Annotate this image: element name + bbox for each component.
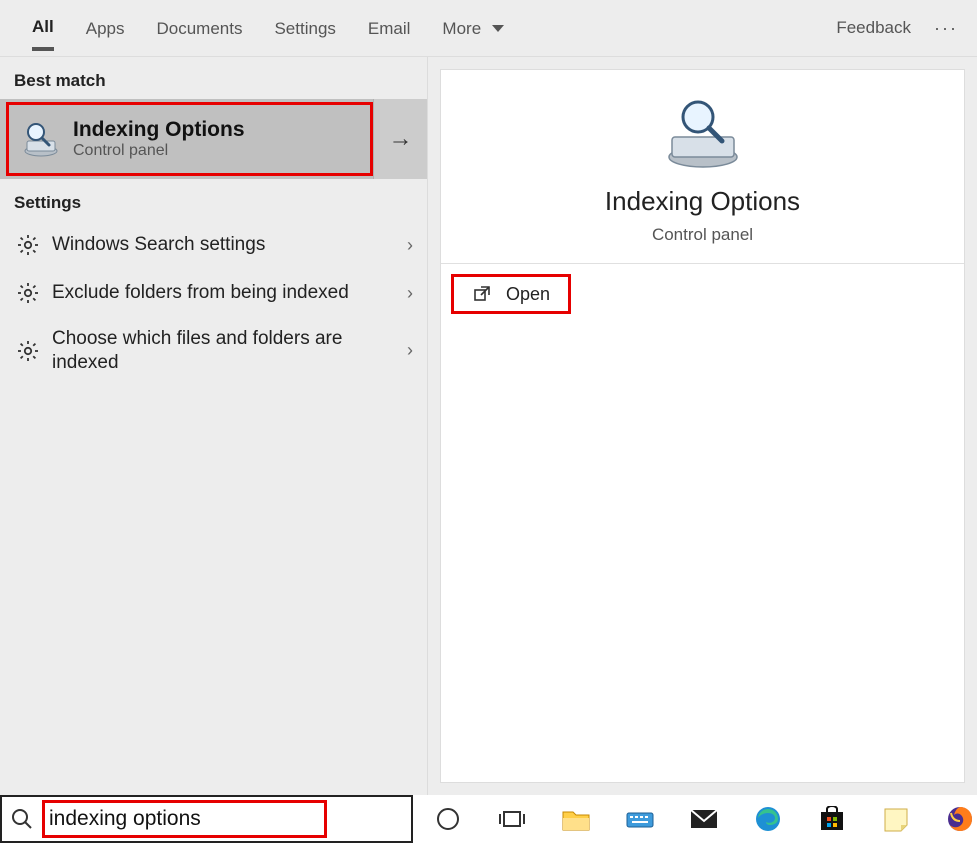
results-pane: Best match Indexing Options Control pane xyxy=(0,57,428,795)
search-input[interactable] xyxy=(49,803,320,835)
tab-all[interactable]: All xyxy=(16,3,70,53)
section-heading-best-match: Best match xyxy=(0,57,427,99)
chevron-down-icon xyxy=(492,25,504,32)
setting-item-exclude-folders[interactable]: Exclude folders from being indexed › xyxy=(0,269,427,317)
indexing-options-icon xyxy=(19,117,63,161)
ellipsis-icon: ··· xyxy=(934,18,958,39)
section-heading-settings: Settings xyxy=(0,179,427,221)
ellipsis-menu-button[interactable]: ··· xyxy=(931,13,961,43)
file-explorer-icon[interactable] xyxy=(559,802,593,836)
best-match-title: Indexing Options xyxy=(73,118,245,142)
feedback-link[interactable]: Feedback xyxy=(836,18,911,38)
chevron-right-icon: › xyxy=(383,340,413,361)
best-match-result[interactable]: Indexing Options Control panel xyxy=(6,102,373,176)
setting-item-windows-search-settings[interactable]: Windows Search settings › xyxy=(0,221,427,269)
open-action-label: Open xyxy=(506,284,550,305)
task-view-icon[interactable] xyxy=(495,802,529,836)
search-highlight xyxy=(42,800,327,838)
setting-item-label: Windows Search settings xyxy=(52,233,383,257)
detail-title: Indexing Options xyxy=(605,186,800,217)
tab-email[interactable]: Email xyxy=(352,5,427,51)
setting-item-label: Choose which files and folders are index… xyxy=(52,327,383,375)
tab-settings[interactable]: Settings xyxy=(258,5,351,51)
setting-item-choose-files-and-folders[interactable]: Choose which files and folders are index… xyxy=(0,317,427,385)
settings-results-list: Windows Search settings › Exclude folder… xyxy=(0,221,427,385)
gear-icon xyxy=(14,337,42,365)
gear-icon xyxy=(14,279,42,307)
detail-subtitle: Control panel xyxy=(652,225,753,245)
firefox-icon[interactable] xyxy=(943,802,977,836)
open-action-button[interactable]: Open xyxy=(451,274,571,314)
tab-more[interactable]: More xyxy=(426,5,519,51)
setting-item-label: Exclude folders from being indexed xyxy=(52,281,383,305)
gear-icon xyxy=(14,231,42,259)
cortana-icon[interactable] xyxy=(431,802,465,836)
detail-pane: Indexing Options Control panel Open xyxy=(440,69,965,783)
chevron-right-icon: › xyxy=(383,235,413,256)
detail-indexing-options-icon xyxy=(658,94,748,174)
open-external-icon xyxy=(472,284,492,304)
onscreen-keyboard-icon[interactable] xyxy=(623,802,657,836)
tab-apps[interactable]: Apps xyxy=(70,5,141,51)
tab-documents[interactable]: Documents xyxy=(140,5,258,51)
search-icon xyxy=(10,807,34,831)
edge-browser-icon[interactable] xyxy=(751,802,785,836)
best-match-subtitle: Control panel xyxy=(73,142,245,160)
tab-more-label: More xyxy=(442,19,481,38)
expand-details-button[interactable]: → xyxy=(373,99,427,179)
mail-icon[interactable] xyxy=(687,802,721,836)
arrow-right-icon: → xyxy=(389,125,413,153)
taskbar xyxy=(0,795,977,843)
sticky-notes-icon[interactable] xyxy=(879,802,913,836)
microsoft-store-icon[interactable] xyxy=(815,802,849,836)
filter-tabs: All Apps Documents Settings Email More F… xyxy=(0,0,977,57)
taskbar-search-box[interactable] xyxy=(0,795,413,843)
chevron-right-icon: › xyxy=(383,283,413,304)
